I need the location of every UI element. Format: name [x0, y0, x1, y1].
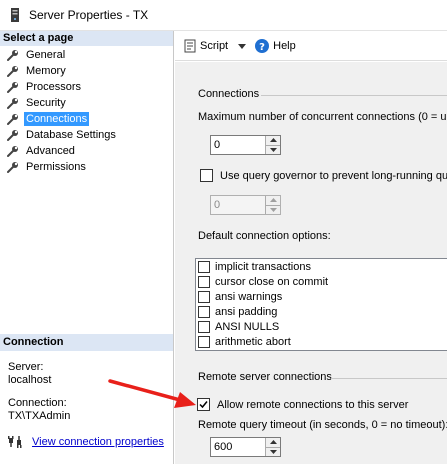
query-governor-checkbox[interactable] — [200, 169, 213, 182]
page-item-label: General — [26, 49, 66, 61]
page-item-label: Advanced — [26, 145, 75, 157]
page-item-advanced[interactable]: Advanced — [0, 143, 173, 159]
page-item-label: Permissions — [26, 161, 86, 173]
help-button[interactable]: ? Help — [255, 38, 296, 53]
max-concurrent-value: 0 — [214, 139, 221, 151]
query-governor-spinner[interactable]: 0 — [210, 195, 281, 215]
script-button[interactable]: Script — [183, 39, 228, 53]
view-connection-properties: View connection properties — [0, 435, 173, 449]
help-icon: ? — [255, 38, 270, 53]
connections-content: Connections Maximum number of concurrent… — [175, 62, 447, 464]
max-concurrent-spinner[interactable]: 0 — [210, 135, 281, 155]
page-item-database-settings[interactable]: Database Settings — [0, 127, 173, 143]
page-item-general[interactable]: General — [0, 47, 173, 63]
remote-group-line — [331, 378, 447, 379]
spin-down-icon[interactable] — [266, 446, 280, 456]
wrench-icon — [7, 145, 19, 157]
spin-up-icon[interactable] — [266, 136, 280, 145]
spin-up-icon[interactable] — [266, 196, 280, 205]
window-title: Server Properties - TX — [29, 8, 149, 22]
remote-timeout-value: 600 — [214, 441, 233, 453]
connection-section: Connection Server: localhost Connection:… — [0, 334, 173, 449]
page-item-label: Security — [26, 97, 66, 109]
page-list: General Memory Processors Security Conne… — [0, 47, 173, 175]
wrench-icon — [7, 81, 19, 93]
max-concurrent-label: Maximum number of concurrent connections… — [198, 111, 447, 123]
list-item[interactable]: ANSI NULLS — [196, 319, 447, 334]
script-dropdown-icon[interactable] — [237, 41, 247, 51]
remote-group-title: Remote server connections — [198, 371, 332, 383]
connection-label: Connection: — [8, 397, 67, 409]
list-item[interactable]: ansi warnings — [196, 289, 447, 304]
allow-remote-row[interactable]: Allow remote connections to this server — [197, 398, 408, 411]
spin-up-icon[interactable] — [266, 438, 280, 447]
query-governor-row[interactable]: Use query governor to prevent long-runni… — [200, 169, 447, 182]
server-label: Server: — [8, 361, 44, 373]
option-checkbox[interactable] — [198, 320, 210, 333]
left-pane: Select a page General Memory Processors … — [0, 31, 174, 464]
page-item-processors[interactable]: Processors — [0, 79, 173, 95]
query-governor-label: Use query governor to prevent long-runni… — [220, 169, 447, 182]
remote-timeout-label: Remote query timeout (in seconds, 0 = no… — [198, 419, 447, 431]
default-options-list[interactable]: implicit transactions cursor close on co… — [195, 258, 447, 351]
page-item-label: Database Settings — [26, 129, 116, 141]
page-item-label: Memory — [26, 65, 66, 77]
remote-timeout-spinner[interactable]: 600 — [210, 437, 281, 457]
page-item-label: Connections — [24, 112, 90, 126]
page-item-security[interactable]: Security — [0, 95, 173, 111]
spin-down-icon[interactable] — [266, 204, 280, 214]
select-page-header: Select a page — [0, 31, 173, 46]
page-item-connections[interactable]: Connections — [0, 111, 173, 127]
page-item-permissions[interactable]: Permissions — [0, 159, 173, 175]
toolbar: Script ? Help — [175, 31, 447, 61]
wrench-icon — [7, 129, 19, 141]
connection-value: TX\TXAdmin — [8, 410, 71, 422]
svg-text:?: ? — [259, 42, 265, 53]
query-governor-value: 0 — [214, 199, 221, 211]
allow-remote-label: Allow remote connections to this server — [217, 398, 409, 411]
list-item[interactable]: cursor close on commit — [196, 274, 447, 289]
wrench-icon — [7, 65, 19, 77]
option-checkbox[interactable] — [198, 275, 210, 288]
default-options-label: Default connection options: — [198, 230, 331, 242]
page-item-memory[interactable]: Memory — [0, 63, 173, 79]
server-value: localhost — [8, 374, 52, 386]
wrench-icon — [7, 49, 19, 61]
view-connection-properties-link[interactable]: View connection properties — [32, 436, 164, 448]
page-item-label: Processors — [26, 81, 82, 93]
list-item[interactable]: ansi padding — [196, 304, 447, 319]
allow-remote-checkbox[interactable] — [197, 398, 210, 411]
connection-info: Server: localhost Connection: TX\TXAdmin — [0, 351, 173, 423]
option-checkbox[interactable] — [198, 290, 210, 303]
wrench-icon — [7, 97, 19, 109]
option-checkbox[interactable] — [198, 305, 210, 318]
list-item[interactable]: implicit transactions — [196, 259, 447, 274]
wrench-icon — [7, 113, 19, 125]
title-bar: Server Properties - TX — [0, 0, 447, 31]
plug-icon — [8, 435, 24, 449]
wrench-icon — [7, 161, 19, 173]
help-label: Help — [273, 39, 296, 52]
option-checkbox[interactable] — [198, 335, 210, 348]
connection-header: Connection — [0, 334, 173, 351]
list-item[interactable]: arithmetic abort — [196, 334, 447, 349]
script-label: Script — [200, 39, 229, 52]
server-icon — [10, 8, 20, 22]
option-checkbox[interactable] — [198, 260, 210, 273]
spin-down-icon[interactable] — [266, 144, 280, 154]
connections-group-title: Connections — [198, 88, 260, 100]
script-icon — [183, 39, 197, 53]
connections-group-line — [261, 95, 447, 96]
